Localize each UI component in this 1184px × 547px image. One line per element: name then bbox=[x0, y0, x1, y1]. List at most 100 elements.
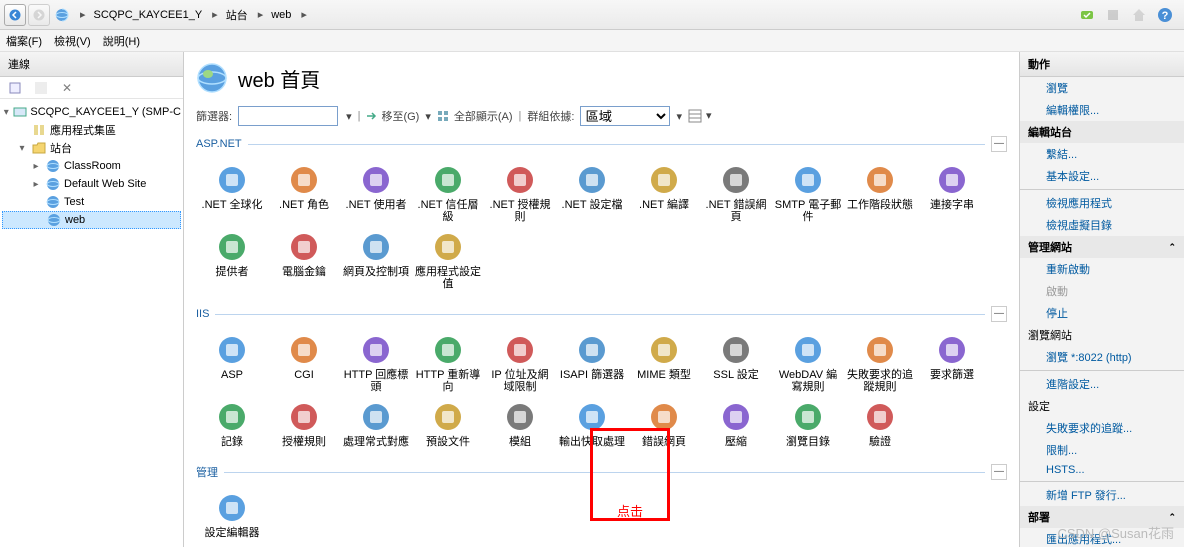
feature-item[interactable]: .NET 設定檔 bbox=[556, 160, 628, 227]
feature-item[interactable]: IP 位址及網域限制 bbox=[484, 330, 556, 397]
action-advanced[interactable]: 進階設定... bbox=[1020, 373, 1184, 395]
tree-site-Default Web Site[interactable]: ▸Default Web Site bbox=[2, 175, 181, 193]
action-bindings[interactable]: 繫結... bbox=[1020, 143, 1184, 165]
tree-sites[interactable]: ▾站台 bbox=[2, 139, 181, 157]
feature-item[interactable]: 模組 bbox=[484, 397, 556, 452]
connect-icon[interactable] bbox=[7, 80, 23, 96]
menu-view[interactable]: 檢視(V) bbox=[54, 33, 91, 49]
view-mode-button[interactable]: ▾ bbox=[688, 109, 712, 123]
server-icon bbox=[13, 104, 27, 120]
chevron-right-icon[interactable]: ▸ bbox=[252, 4, 268, 26]
feature-item[interactable]: 預設文件 bbox=[412, 397, 484, 452]
tree-site-web[interactable]: web bbox=[2, 211, 181, 229]
feature-item[interactable]: 提供者 bbox=[196, 227, 268, 294]
action-stop[interactable]: 停止 bbox=[1020, 302, 1184, 324]
feature-item[interactable]: 驗證 bbox=[844, 397, 916, 452]
feature-item[interactable]: 工作階段狀態 bbox=[844, 160, 916, 227]
chevron-up-icon[interactable]: ⌃ bbox=[1168, 242, 1176, 253]
feature-label: .NET 編譯 bbox=[639, 199, 689, 211]
delete-icon: ✕ bbox=[59, 80, 75, 96]
feature-item[interactable]: 記錄 bbox=[196, 397, 268, 452]
action-start: 啟動 bbox=[1020, 280, 1184, 302]
feature-item[interactable]: 網頁及控制項 bbox=[340, 227, 412, 294]
feature-item[interactable]: .NET 授權規則 bbox=[484, 160, 556, 227]
action-hsts[interactable]: HSTS... bbox=[1020, 461, 1184, 479]
feature-label: .NET 錯誤網頁 bbox=[702, 199, 770, 223]
feature-item[interactable]: 要求篩選 bbox=[916, 330, 988, 397]
showall-button[interactable]: 全部顯示(A) bbox=[437, 108, 513, 124]
action-failed-req[interactable]: 失敗要求的追蹤... bbox=[1020, 417, 1184, 439]
groupby-select[interactable]: 區域 bbox=[580, 106, 670, 126]
feature-label: HTTP 重新導向 bbox=[414, 369, 482, 393]
menu-help[interactable]: 說明(H) bbox=[103, 33, 140, 49]
feature-item[interactable]: .NET 編譯 bbox=[628, 160, 700, 227]
feature-item[interactable]: .NET 錯誤網頁 bbox=[700, 160, 772, 227]
crumb-sites[interactable]: 站台 bbox=[224, 4, 250, 26]
chevron-up-icon[interactable]: ⌃ bbox=[1168, 512, 1176, 523]
feature-item[interactable]: SSL 設定 bbox=[700, 330, 772, 397]
feature-item[interactable]: 失敗要求的追蹤規則 bbox=[844, 330, 916, 397]
feature-item[interactable]: MIME 類型 bbox=[628, 330, 700, 397]
filter-input[interactable] bbox=[238, 106, 338, 126]
action-limits[interactable]: 限制... bbox=[1020, 439, 1184, 461]
refresh-link-icon[interactable] bbox=[1076, 4, 1098, 26]
feature-item[interactable]: 錯誤網頁 bbox=[628, 397, 700, 452]
feature-item[interactable]: .NET 角色 bbox=[268, 160, 340, 227]
chevron-right-icon[interactable]: ▸ bbox=[206, 4, 222, 26]
feature-label: 模組 bbox=[509, 436, 531, 448]
crumb-web[interactable]: web bbox=[269, 4, 293, 26]
feature-item[interactable]: 應用程式設定值 bbox=[412, 227, 484, 294]
action-explore[interactable]: 瀏覽 bbox=[1020, 77, 1184, 99]
feature-icon bbox=[720, 164, 752, 196]
chevron-right-icon[interactable]: ▸ bbox=[74, 4, 90, 26]
collapse-icon[interactable]: — bbox=[991, 464, 1007, 480]
feature-item[interactable]: HTTP 重新導向 bbox=[412, 330, 484, 397]
tree-site-Test[interactable]: Test bbox=[2, 193, 181, 211]
group-header-mgmt: 管理— bbox=[196, 462, 1007, 482]
action-edit-permissions[interactable]: 編輯權限... bbox=[1020, 99, 1184, 121]
feature-item[interactable]: 壓縮 bbox=[700, 397, 772, 452]
feature-item[interactable]: 設定編輯器 bbox=[196, 488, 268, 543]
tree-server-node[interactable]: ▾SCQPC_KAYCEE1_Y (SMP-C bbox=[2, 103, 181, 121]
feature-item[interactable]: ISAPI 篩選器 bbox=[556, 330, 628, 397]
feature-label: .NET 設定檔 bbox=[562, 199, 623, 211]
feature-item[interactable]: 電腦金鑰 bbox=[268, 227, 340, 294]
go-button[interactable]: 移至(G) bbox=[366, 108, 419, 124]
nav-back-button[interactable] bbox=[4, 4, 26, 26]
actions-header: 動作 bbox=[1020, 52, 1184, 77]
action-browse-http[interactable]: 瀏覽 *:8022 (http) bbox=[1020, 346, 1184, 368]
feature-item[interactable]: .NET 全球化 bbox=[196, 160, 268, 227]
feature-label: 網頁及控制項 bbox=[343, 266, 409, 278]
menu-file[interactable]: 檔案(F) bbox=[6, 33, 42, 49]
feature-item[interactable]: ASP bbox=[196, 330, 268, 397]
nav-forward-button bbox=[28, 4, 50, 26]
crumb-server[interactable]: SCQPC_KAYCEE1_Y bbox=[92, 4, 205, 26]
action-restart[interactable]: 重新啟動 bbox=[1020, 258, 1184, 280]
tree-site-ClassRoom[interactable]: ▸ClassRoom bbox=[2, 157, 181, 175]
action-basic-settings[interactable]: 基本設定... bbox=[1020, 165, 1184, 187]
action-view-vdir[interactable]: 檢視虛擬目錄 bbox=[1020, 214, 1184, 236]
action-view-apps[interactable]: 檢視應用程式 bbox=[1020, 192, 1184, 214]
feature-item[interactable]: WebDAV 編寫規則 bbox=[772, 330, 844, 397]
collapse-icon[interactable]: — bbox=[991, 136, 1007, 152]
feature-item[interactable]: 連接字串 bbox=[916, 160, 988, 227]
feature-item[interactable]: 授權規則 bbox=[268, 397, 340, 452]
menu-bar: 檔案(F) 檢視(V) 說明(H) bbox=[0, 30, 1184, 52]
feature-icon bbox=[504, 401, 536, 433]
help-icon[interactable]: ? bbox=[1154, 4, 1176, 26]
feature-item[interactable]: 瀏覽目錄 bbox=[772, 397, 844, 452]
filter-bar: 篩選器: ▾ | 移至(G) ▾ 全部顯示(A) | 群組依據: 區域 ▾ ▾ bbox=[196, 104, 1007, 134]
feature-item[interactable]: HTTP 回應標頭 bbox=[340, 330, 412, 397]
tree-apppools[interactable]: 應用程式集區 bbox=[2, 121, 181, 139]
chevron-right-icon[interactable]: ▸ bbox=[295, 4, 311, 26]
feature-item[interactable]: CGI bbox=[268, 330, 340, 397]
feature-item[interactable]: 處理常式對應 bbox=[340, 397, 412, 452]
action-section-settings: 設定 bbox=[1020, 395, 1184, 417]
feature-item[interactable]: .NET 信任層級 bbox=[412, 160, 484, 227]
collapse-icon[interactable]: — bbox=[991, 306, 1007, 322]
feature-item[interactable]: SMTP 電子郵件 bbox=[772, 160, 844, 227]
action-add-ftp[interactable]: 新增 FTP 發行... bbox=[1020, 484, 1184, 506]
action-export-app[interactable]: 匯出應用程式... bbox=[1020, 528, 1184, 547]
feature-item[interactable]: 輸出快取處理 bbox=[556, 397, 628, 452]
feature-item[interactable]: .NET 使用者 bbox=[340, 160, 412, 227]
